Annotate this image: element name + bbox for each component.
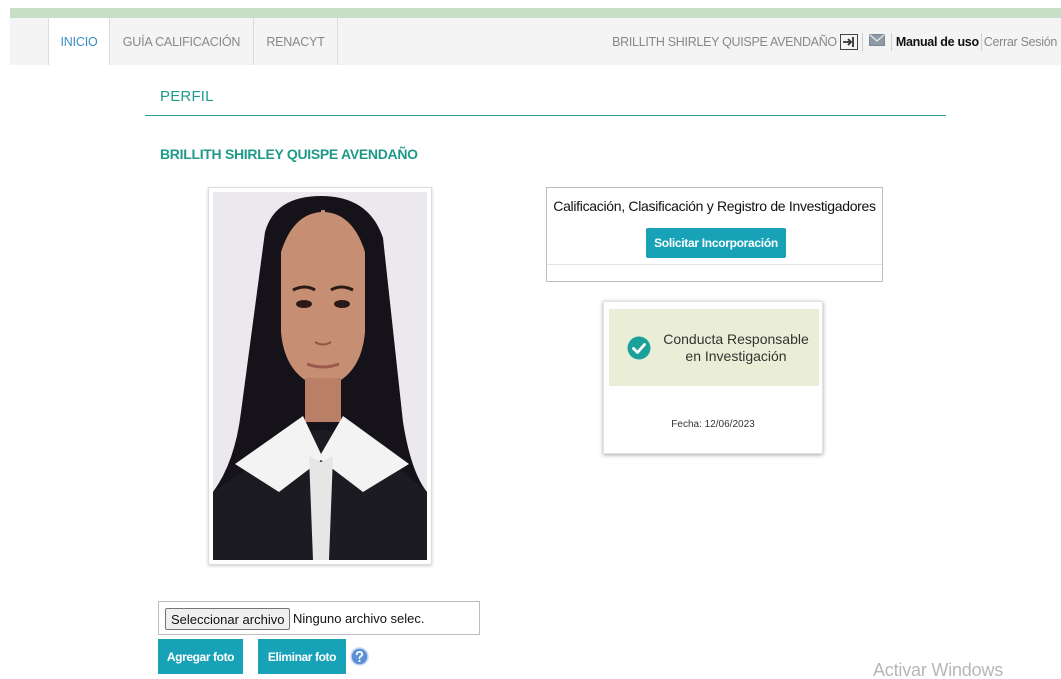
profile-photo-frame <box>208 187 432 565</box>
calificacion-card: Calificación, Clasificación y Registro d… <box>546 187 883 282</box>
top-band <box>10 8 1061 18</box>
conducta-card: Conducta Responsable en Investigación Fe… <box>603 301 823 454</box>
conducta-badge-text: Conducta Responsable en Investigación <box>656 331 816 365</box>
separator <box>890 32 892 51</box>
section-title: PERFIL <box>160 88 214 105</box>
card-divider <box>547 264 882 265</box>
conducta-badge: Conducta Responsable en Investigación <box>609 309 819 386</box>
separator <box>980 32 982 51</box>
calificacion-card-title: Calificación, Clasificación y Registro d… <box>553 198 876 214</box>
choose-file-button[interactable]: Seleccionar archivo <box>165 608 291 630</box>
profile-photo <box>213 192 427 560</box>
profile-name: BRILLITH SHIRLEY QUISPE AVENDAÑO <box>160 146 418 162</box>
add-photo-button[interactable]: Agregar foto <box>158 639 243 674</box>
switch-account-icon[interactable] <box>839 33 858 50</box>
solicitar-incorporacion-button[interactable]: Solicitar Incorporación <box>646 228 786 258</box>
conducta-line1: Conducta Responsable <box>663 331 809 347</box>
user-name[interactable]: BRILLITH SHIRLEY QUISPE AVENDAÑO <box>612 35 837 49</box>
user-area: BRILLITH SHIRLEY QUISPE AVENDAÑO Manual … <box>612 18 1057 65</box>
file-status: Ninguno archivo selec. <box>293 611 425 626</box>
top-navbar: INICIO GUÍA CALIFICACIÓN RENACYT BRILLIT… <box>10 18 1061 65</box>
separator <box>861 32 863 51</box>
mail-icon[interactable] <box>868 34 885 49</box>
conducta-line2: en Investigación <box>685 348 787 364</box>
logout-link[interactable]: Cerrar Sesión <box>984 35 1058 49</box>
top-strip <box>0 0 1061 18</box>
tab-inicio[interactable]: INICIO <box>48 18 110 65</box>
help-icon[interactable] <box>350 647 369 666</box>
section-divider <box>145 115 946 116</box>
tab-guia-calificacion[interactable]: GUÍA CALIFICACIÓN <box>110 18 254 65</box>
windows-activation-watermark: Activar Windows <box>873 660 1004 679</box>
conducta-fecha: Fecha: 12/06/2023 <box>671 419 755 430</box>
tab-renacyt[interactable]: RENACYT <box>254 18 338 65</box>
file-input[interactable]: Seleccionar archivo Ninguno archivo sele… <box>158 601 480 635</box>
delete-photo-button[interactable]: Eliminar foto <box>258 639 346 674</box>
check-circle-icon <box>627 336 651 360</box>
manual-link[interactable]: Manual de uso <box>896 35 979 49</box>
